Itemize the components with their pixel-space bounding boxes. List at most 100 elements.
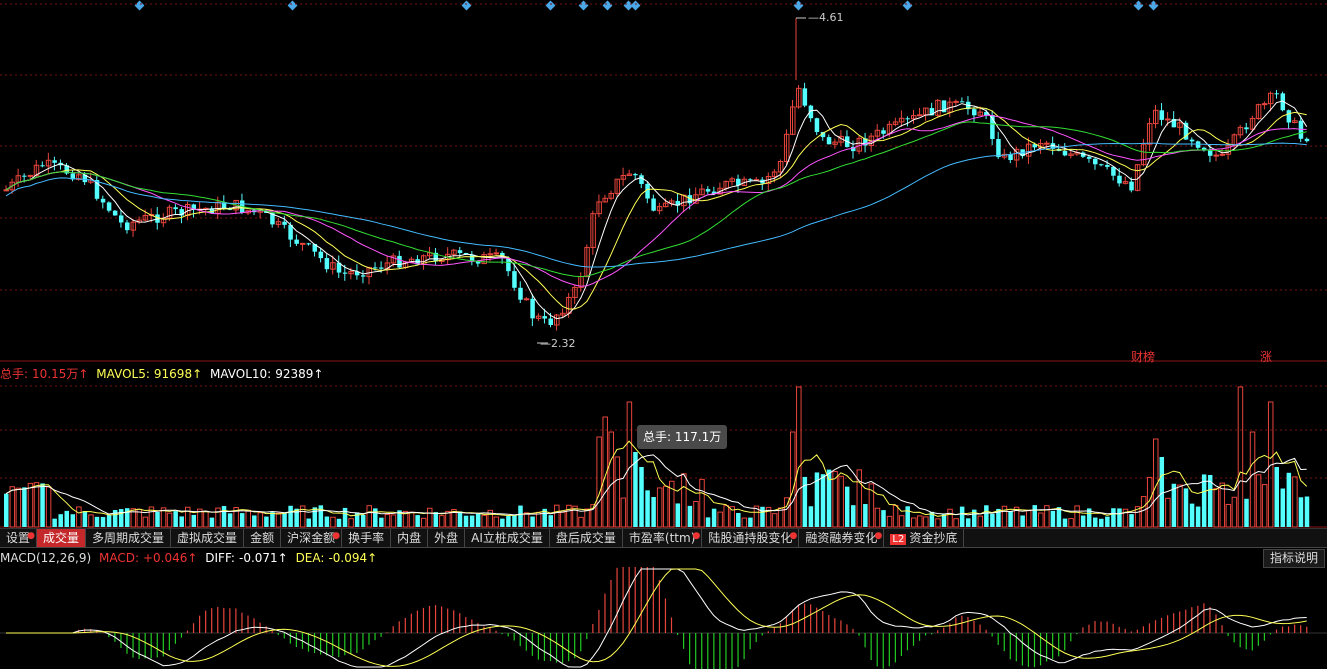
candle-body xyxy=(1207,150,1213,156)
volume-bar xyxy=(736,512,741,527)
volume-bar xyxy=(523,512,530,528)
volume-bars[interactable] xyxy=(0,382,1327,528)
volume-bar xyxy=(584,508,590,528)
volume-bar xyxy=(408,511,415,528)
candlestick-chart[interactable] xyxy=(0,0,1327,362)
volume-bar xyxy=(1244,498,1249,527)
candle-body xyxy=(294,239,299,244)
volume-bar xyxy=(1189,503,1195,527)
candle-body xyxy=(959,101,965,103)
tab-6[interactable]: 换手率 xyxy=(342,529,392,547)
candle-body xyxy=(112,210,118,216)
volume-bar xyxy=(863,504,868,527)
volume-bar xyxy=(366,505,372,528)
event-tag-finance[interactable]: 财榜 xyxy=(1131,348,1155,365)
candle-body xyxy=(542,316,547,319)
volume-bar xyxy=(596,436,602,528)
tab-14[interactable]: L2 资金抄底 xyxy=(884,529,965,547)
tab-dot-icon: ● xyxy=(789,531,798,541)
volume-bar xyxy=(239,513,245,527)
volume-bar xyxy=(892,505,899,528)
candle-body xyxy=(106,202,112,211)
volume-bar xyxy=(15,487,22,528)
volume-bar xyxy=(620,497,627,528)
indicator-help-button[interactable]: 指标说明 xyxy=(1262,549,1325,568)
tab-label: 融资融券变化 xyxy=(805,531,878,545)
volume-bar xyxy=(548,515,553,527)
mavol5-value: 91698↑ xyxy=(153,367,203,381)
tab-dot-icon: ● xyxy=(692,531,701,541)
dea-line xyxy=(6,568,1307,667)
candle-body xyxy=(548,318,553,325)
candle-body xyxy=(1165,118,1171,121)
volume-bar xyxy=(306,518,311,527)
volume-bar xyxy=(614,456,621,528)
volume-bar xyxy=(252,515,257,527)
volume-bar xyxy=(898,515,905,528)
ma5-line xyxy=(5,100,1308,320)
volume-bar xyxy=(911,517,917,528)
volume-bar xyxy=(984,505,989,527)
volume-bar xyxy=(427,507,433,528)
volume-bar xyxy=(693,500,699,528)
volume-bar xyxy=(1195,506,1201,527)
volume-bar xyxy=(990,513,995,527)
volume-bar xyxy=(790,431,796,528)
volume-bar xyxy=(33,482,40,528)
tab-0[interactable]: 设置 ● xyxy=(0,529,38,547)
volume-bar xyxy=(373,508,378,527)
candle-body xyxy=(1219,153,1226,156)
event-tag-rise[interactable]: 涨 xyxy=(1260,348,1272,365)
tab-13[interactable]: 融资融券变化 ● xyxy=(799,529,885,547)
tab-9[interactable]: AI立桩成交量 xyxy=(465,529,550,547)
volume-bar xyxy=(312,507,318,527)
candle-body xyxy=(1244,127,1249,130)
candle-body xyxy=(27,174,34,177)
tab-2[interactable]: 多周期成交量 xyxy=(86,529,172,547)
tab-8[interactable]: 外盘 xyxy=(428,529,466,547)
volume-bar xyxy=(142,516,149,528)
mavol10-line xyxy=(5,454,1307,516)
macd-chart[interactable] xyxy=(0,567,1327,669)
candle-body xyxy=(282,221,287,225)
candle-body xyxy=(1274,93,1279,95)
candle-body xyxy=(826,137,832,145)
volume-bar xyxy=(209,517,215,527)
volume-bar xyxy=(481,514,487,528)
macd-label: MACD: xyxy=(98,551,139,565)
macd-histogram[interactable] xyxy=(0,567,1327,669)
candle-body xyxy=(125,222,130,231)
volume-bar xyxy=(947,508,953,528)
candle-body xyxy=(118,215,124,223)
volume-chart[interactable] xyxy=(0,382,1327,528)
volume-bar xyxy=(173,511,178,527)
macd-value: +0.046↑ xyxy=(142,551,198,565)
volume-bar xyxy=(118,509,124,527)
ma20-line xyxy=(5,114,1307,287)
volume-bar xyxy=(506,516,511,527)
volume-bar xyxy=(360,514,366,527)
tab-1[interactable]: 成交量 xyxy=(37,529,87,547)
volume-bar xyxy=(1237,386,1244,528)
candle-body xyxy=(1062,150,1068,156)
mavol10-value: 92389↑ xyxy=(275,367,324,381)
tab-10[interactable]: 盘后成交量 xyxy=(550,529,623,547)
tab-3[interactable]: 虚拟成交量 xyxy=(171,529,245,547)
candle-body xyxy=(40,165,45,167)
volume-bar xyxy=(535,511,542,528)
tab-label: 市盈率(ttm) xyxy=(628,531,696,545)
volume-bar xyxy=(874,507,881,528)
price-chart[interactable] xyxy=(0,0,1327,362)
volume-bar xyxy=(415,515,420,527)
tab-12[interactable]: 陆股通持股变化 ● xyxy=(702,529,800,547)
volume-bar xyxy=(82,511,88,527)
tab-7[interactable]: 内盘 xyxy=(391,529,429,547)
candle-body xyxy=(493,252,500,255)
tab-4[interactable]: 金额 xyxy=(244,529,282,547)
volume-bar xyxy=(4,493,9,527)
tab-5[interactable]: 沪深金额 ● xyxy=(281,529,343,547)
tab-11[interactable]: 市盈率(ttm) ● xyxy=(623,529,703,547)
volume-bar xyxy=(711,508,717,527)
candle-body xyxy=(972,109,977,116)
volume-bar xyxy=(826,469,832,527)
